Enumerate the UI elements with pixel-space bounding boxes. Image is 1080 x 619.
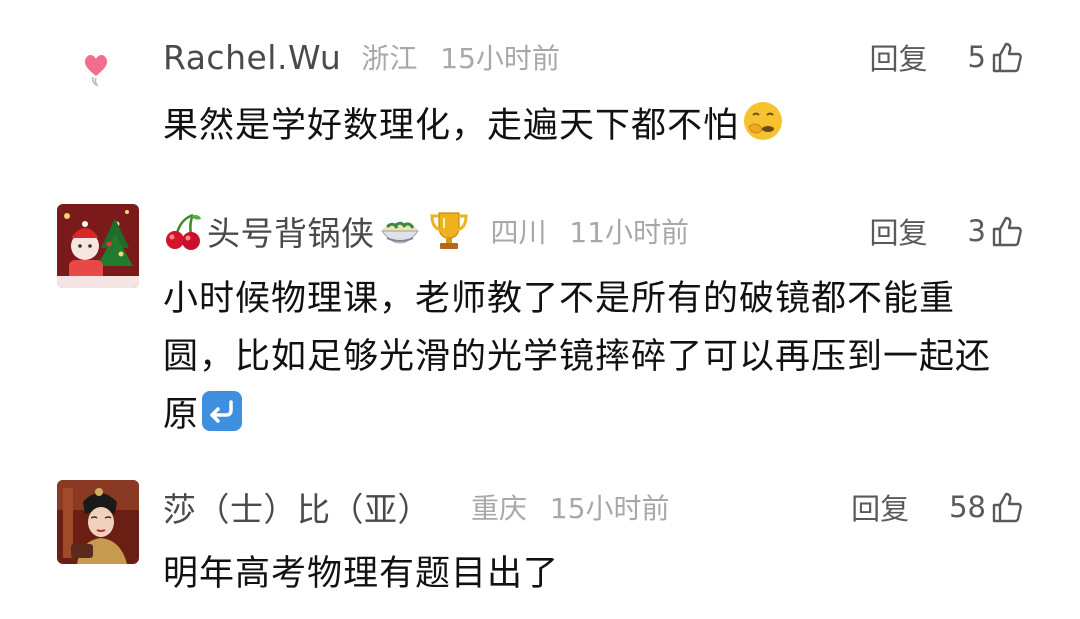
- thinking-face-icon: [744, 102, 783, 140]
- cherries-icon: [166, 213, 201, 250]
- avatar[interactable]: [57, 204, 139, 288]
- comment-actions: 回复 3: [870, 209, 1024, 253]
- comment-body: 小时候物理课，老师教了不是所有的破镜都不能重圆，比如足够光滑的光学镜摔碎了可以再…: [163, 279, 992, 435]
- timestamp: 11小时前: [569, 216, 690, 249]
- portrait-avatar: [57, 480, 139, 564]
- comment-body: 果然是学好数理化，走遍天下都不怕: [163, 106, 740, 146]
- return-arrow-icon: [202, 391, 243, 431]
- like-count: 58: [949, 490, 986, 524]
- christmas-avatar: [57, 204, 139, 288]
- timestamp: 15小时前: [440, 42, 560, 75]
- comment-header: 头号背锅侠 四川 11小时前: [163, 209, 689, 253]
- location: 四川: [490, 216, 547, 249]
- heart-icon: [84, 55, 108, 87]
- comment-header: 莎（士）比（亚） 重庆 15小时前: [163, 485, 670, 529]
- location: 重庆: [471, 492, 528, 525]
- like-count: 5: [967, 40, 986, 74]
- username[interactable]: Rachel.Wu: [163, 38, 341, 77]
- thumbs-up-icon[interactable]: [990, 40, 1024, 74]
- comment-list: Rachel.Wu 浙江 15小时前 回复 5 果然是学好数理化，走遍天下都不怕: [0, 0, 1080, 619]
- thumbs-up-icon[interactable]: [990, 490, 1024, 524]
- comment-text: 小时候物理课，老师教了不是所有的破镜都不能重圆，比如足够光滑的光学镜摔碎了可以再…: [163, 270, 1023, 444]
- thumbs-up-icon[interactable]: [990, 214, 1024, 248]
- username[interactable]: 莎（士）比（亚）: [163, 483, 431, 531]
- avatar[interactable]: [57, 480, 139, 564]
- reply-button[interactable]: 回复: [870, 36, 928, 78]
- username[interactable]: 头号背锅侠: [207, 207, 375, 255]
- comment-meta: 重庆 15小时前: [471, 487, 670, 527]
- location: 浙江: [361, 42, 418, 75]
- noodle-bowl-icon: [380, 221, 419, 244]
- trophy-icon: [429, 212, 468, 249]
- comment-header: Rachel.Wu 浙江 15小时前: [163, 35, 560, 79]
- comment-text: 果然是学好数理化，走遍天下都不怕: [163, 97, 1023, 155]
- comment-actions: 回复 58: [851, 485, 1024, 529]
- comment-meta: 浙江 15小时前: [361, 37, 560, 77]
- comment-text: 明年高考物理有题目出了: [163, 545, 1023, 603]
- comment-meta: 四川 11小时前: [491, 211, 690, 251]
- avatar[interactable]: [80, 50, 112, 90]
- comment-body: 明年高考物理有题目出了: [163, 554, 560, 594]
- reply-button[interactable]: 回复: [870, 210, 928, 252]
- comment-actions: 回复 5: [870, 35, 1024, 79]
- reply-button[interactable]: 回复: [851, 486, 909, 528]
- timestamp: 15小时前: [549, 492, 670, 525]
- like-count: 3: [967, 214, 986, 248]
